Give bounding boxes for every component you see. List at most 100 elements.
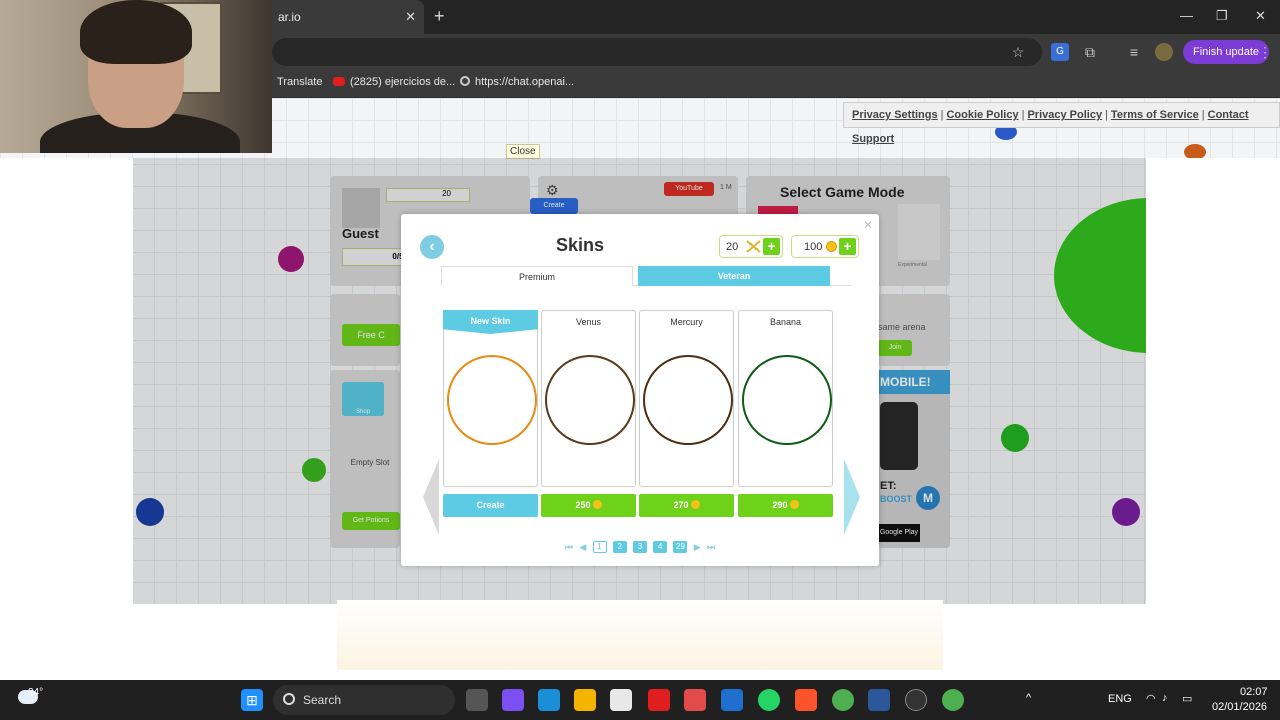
coin-icon — [690, 500, 700, 509]
buy-skin-button[interactable]: 290 — [738, 494, 833, 517]
skin-preview-circle[interactable] — [545, 355, 635, 445]
windows-start-icon[interactable]: ⊞ — [241, 689, 263, 711]
skin-card[interactable]: New Skin — [443, 310, 538, 487]
modal-close-icon[interactable]: ✕ — [863, 218, 873, 232]
task-view-icon[interactable] — [466, 689, 488, 711]
add-coins-button[interactable]: + — [839, 238, 856, 255]
coins-value: 100 — [804, 241, 823, 253]
chatgpt-icon[interactable] — [905, 689, 927, 711]
prev-skins-arrow[interactable] — [423, 459, 439, 535]
dna-value: 20 — [726, 241, 739, 253]
bookmark-chatgpt-label: https://chat.openai... — [475, 76, 575, 88]
minimize-button[interactable]: — — [1180, 8, 1193, 23]
close-window-button[interactable]: ✕ — [1255, 8, 1266, 24]
bookmark-chatgpt[interactable]: https://chat.openai... — [460, 76, 574, 88]
skin-name: Mercury — [670, 317, 703, 327]
address-bar[interactable] — [272, 38, 1042, 66]
cookie-policy-link[interactable]: Cookie Policy — [946, 109, 1018, 121]
webcam-overlay — [0, 0, 272, 153]
maximize-button[interactable]: ❐ — [1216, 8, 1228, 24]
skin-tabs: Premium Veteran — [441, 266, 851, 286]
youtube-icon — [333, 77, 345, 86]
translate-extension-icon[interactable]: G — [1051, 43, 1069, 61]
skin-card[interactable]: Banana — [738, 310, 833, 487]
dna-icon — [746, 240, 761, 253]
weather-temperature: 24° — [28, 687, 44, 698]
policy-links-bar: Privacy Settings | Cookie Policy | Privacy P… — [843, 102, 1280, 145]
brave-icon[interactable] — [795, 689, 817, 711]
battery-icon[interactable]: ▭ — [1182, 692, 1192, 705]
chrome-active-icon[interactable] — [942, 689, 964, 711]
chrome-icon[interactable] — [832, 689, 854, 711]
person-hair — [80, 0, 192, 64]
skin-preview-circle[interactable] — [447, 355, 537, 445]
tab-veteran[interactable]: Veteran — [638, 266, 830, 286]
extensions-puzzle-icon[interactable]: ⧉ — [1081, 43, 1099, 61]
anydesk-icon[interactable] — [684, 689, 706, 711]
copilot-icon[interactable] — [502, 689, 524, 711]
skin-preview-circle[interactable] — [643, 355, 733, 445]
skin-name: New Skin — [443, 310, 538, 334]
tab-close-icon[interactable]: ✕ — [405, 0, 416, 34]
dna-counter: 20 + — [719, 235, 783, 258]
skin-preview-circle[interactable] — [742, 355, 832, 445]
buy-skin-button[interactable]: 250 — [541, 494, 636, 517]
bookmark-youtube-label: (2825) ejercicios de... — [350, 76, 456, 88]
search-placeholder: Search — [303, 693, 342, 707]
tab-premium[interactable]: Premium — [441, 266, 633, 286]
page-4-button[interactable]: 4 — [653, 541, 668, 553]
edge-icon[interactable] — [538, 689, 560, 711]
bookmark-youtube[interactable]: (2825) ejercicios de... — [333, 76, 455, 88]
page-1-button[interactable]: 1 — [592, 541, 607, 553]
page-2-button[interactable]: 2 — [612, 541, 627, 553]
clock-time[interactable]: 02:07 — [1240, 686, 1268, 698]
menu-kebab-icon[interactable]: ⋮ — [1256, 43, 1274, 61]
skin-name: Banana — [769, 317, 802, 327]
media-control-icon[interactable]: ≡ — [1125, 43, 1143, 61]
volume-icon[interactable]: ♪ — [1162, 692, 1168, 704]
clock-date[interactable]: 02/01/2026 — [1212, 701, 1267, 713]
tray-chevron-icon[interactable]: ^ — [1026, 692, 1031, 704]
skin-button-label: Create — [476, 500, 505, 510]
next-skins-arrow[interactable] — [844, 459, 860, 535]
page-29-button[interactable]: 29 — [673, 541, 688, 553]
skins-title: Skins — [555, 235, 605, 255]
wifi-icon[interactable]: ◠ — [1146, 692, 1156, 705]
store-icon[interactable] — [610, 689, 632, 711]
word-icon[interactable] — [868, 689, 890, 711]
browser-tab[interactable]: ar.io ✕ — [272, 0, 424, 34]
taskbar-search[interactable]: Search — [273, 685, 455, 715]
bookmark-translate[interactable]: Translate — [277, 76, 322, 88]
skin-button-label: 250 — [575, 500, 591, 510]
coin-icon — [789, 500, 799, 509]
terms-of-service-link[interactable]: Terms of Service — [1111, 109, 1199, 121]
skin-button-label: 290 — [772, 500, 788, 510]
add-dna-button[interactable]: + — [763, 238, 780, 255]
openai-icon — [460, 76, 470, 86]
coin-icon — [826, 241, 837, 252]
privacy-policy-link[interactable]: Privacy Policy — [1027, 109, 1102, 121]
language-indicator[interactable]: ENG — [1108, 693, 1132, 705]
first-page-arrow[interactable]: ⏮ — [565, 542, 573, 553]
buy-skin-button[interactable]: 270 — [639, 494, 734, 517]
file-explorer-icon[interactable] — [574, 689, 596, 711]
youtube-app-icon[interactable] — [648, 689, 670, 711]
last-page-arrow[interactable]: ⏭ — [707, 542, 715, 553]
charts-app-icon[interactable] — [721, 689, 743, 711]
next-page-arrow[interactable]: ▶ — [694, 542, 701, 553]
bookmark-star-icon[interactable]: ☆ — [1009, 43, 1027, 61]
profile-avatar-icon[interactable] — [1155, 43, 1173, 61]
create-skin-button[interactable]: Create — [443, 494, 538, 517]
skin-card[interactable]: Mercury — [639, 310, 734, 487]
skins-pager: ⏮ ◀ 1 2 3 4 29 ▶ ⏭ — [401, 541, 879, 553]
skin-card[interactable]: Venus — [541, 310, 636, 487]
close-button[interactable]: Close — [506, 144, 540, 159]
prev-page-arrow[interactable]: ◀ — [579, 542, 586, 553]
new-tab-button[interactable]: + — [434, 6, 445, 27]
coin-icon — [592, 500, 602, 509]
coins-counter: 100 + — [791, 235, 859, 258]
skin-name: Venus — [575, 317, 602, 327]
whatsapp-icon[interactable] — [758, 689, 780, 711]
page-3-button[interactable]: 3 — [633, 541, 647, 553]
privacy-settings-link[interactable]: Privacy Settings — [852, 109, 938, 121]
